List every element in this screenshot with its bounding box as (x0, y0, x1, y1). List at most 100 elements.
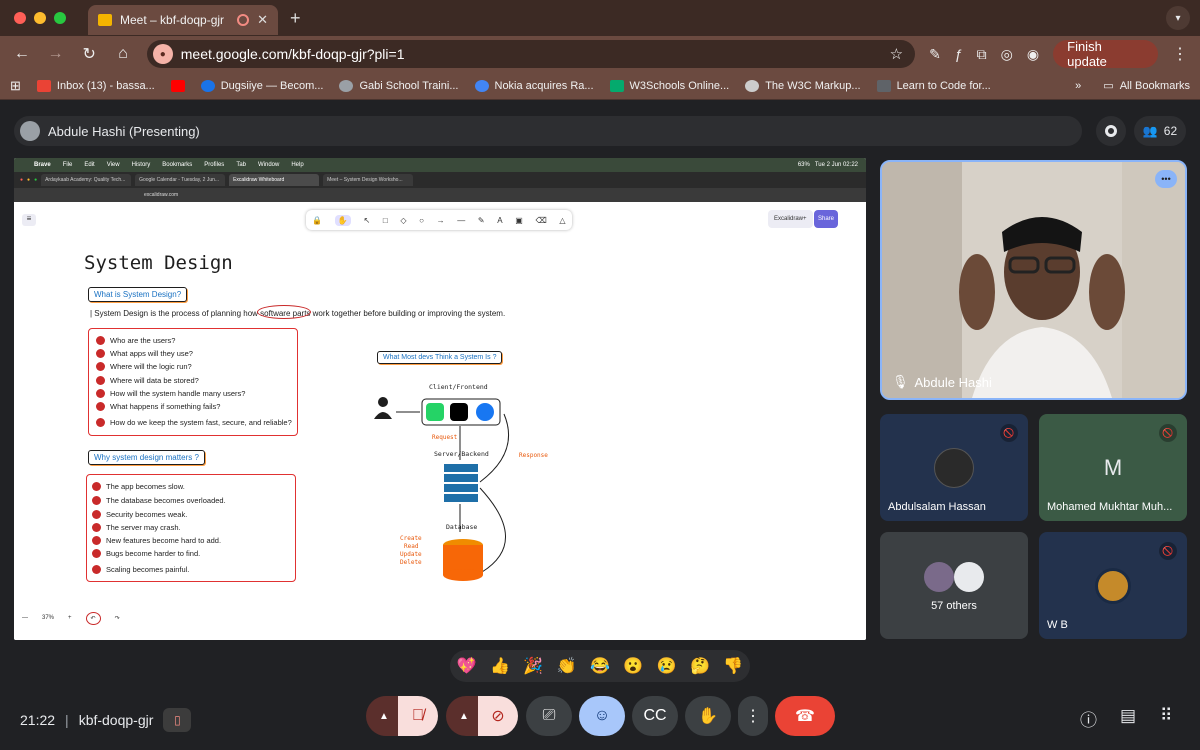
reaction-clap-icon[interactable]: 👏 (557, 656, 577, 676)
participant-name: Abdulsalam Hassan (888, 501, 986, 513)
inner-tab: Meet – System Design Worksho... (323, 174, 414, 186)
server-icon (444, 484, 478, 492)
meeting-details-icon[interactable]: ⓘ (1080, 706, 1097, 731)
bookmark-item[interactable]: Dugsiiye — Becom... (200, 79, 323, 92)
present-screen-button[interactable]: ⎚ (526, 696, 572, 736)
reaction-surprised-icon[interactable]: 😮 (623, 656, 643, 676)
excalidraw-share-button: Share (814, 210, 838, 228)
presenter-bar[interactable]: Abdule Hashi (Presenting) (14, 116, 1082, 146)
close-tab-icon[interactable]: ✕ (257, 12, 268, 28)
mac-menu-item: Help (291, 162, 304, 168)
camera-toggle-button[interactable]: ⊘ (478, 696, 518, 736)
new-tab-icon[interactable]: + (290, 8, 301, 29)
leave-call-button[interactable]: ☎ (775, 696, 835, 736)
text-tool-icon: A (497, 215, 503, 225)
question-text: Where will data be stored? (110, 376, 199, 385)
tile-options-icon[interactable]: ••• (1155, 170, 1177, 188)
response-label: Response (519, 452, 548, 459)
tab-title: Meet – kbf-doqp-gjr (120, 13, 225, 27)
raise-hand-button[interactable]: ✋ (685, 696, 731, 736)
tab-search-icon[interactable]: ▾ (1166, 6, 1190, 30)
main-participant-tile[interactable]: ••• 🎙 Abdule Hashi (880, 160, 1187, 400)
forward-icon[interactable]: → (46, 45, 66, 63)
pencil-tool-icon: ✎ (477, 215, 485, 225)
mic-in-use-icon[interactable]: ● (152, 44, 173, 64)
function-extension-icon[interactable]: ƒ (955, 46, 963, 62)
bookmark-item[interactable]: Nokia acquires Ra... (474, 79, 594, 92)
minimize-window-button[interactable] (34, 12, 46, 24)
ai-extension-icon[interactable]: ◎ (1001, 46, 1013, 63)
video-options-caret[interactable]: ▲ (446, 696, 482, 736)
bookmark-item[interactable]: The W3C Markup... (745, 79, 861, 92)
reload-icon[interactable]: ↻ (79, 44, 99, 64)
database-label: Database (446, 523, 478, 531)
highlight-circle (257, 305, 311, 319)
all-bookmarks-folder[interactable]: ▭ All Bookmarks (1103, 79, 1190, 93)
others-tile[interactable]: 57 others (880, 532, 1028, 639)
people-button[interactable]: 👥 62 (1134, 116, 1186, 146)
facebook-icon (476, 403, 494, 421)
participant-avatar (934, 448, 974, 488)
extensions-puzzle-icon[interactable]: ⧉ (977, 46, 987, 63)
present-icon: ⎚ (542, 707, 556, 724)
address-bar[interactable]: ● meet.google.com/kbf-doqp-gjr?pli=1 ☆ (146, 40, 916, 68)
hand-tool-icon: ✋ (334, 214, 351, 226)
meeting-code: kbf-doqp-gjr (78, 712, 154, 728)
home-icon[interactable]: ⌂ (113, 45, 133, 63)
excalidraw-plus-button: Excalidraw+ (768, 210, 813, 228)
more-bookmarks-icon[interactable]: » (1075, 80, 1081, 92)
bullet-icon (92, 565, 101, 574)
inner-tab: Ardaykaab Academy: Quality Tech... (41, 174, 132, 186)
browser-menu-icon[interactable]: ⋮ (1172, 44, 1188, 64)
reason-item: The app becomes slow. (92, 482, 185, 491)
folder-icon: ▭ (1103, 80, 1114, 92)
question-item: How will the system handle many users? (96, 389, 245, 398)
reaction-party-icon[interactable]: 🎉 (523, 656, 543, 676)
mac-menu-item: Brave (34, 162, 51, 168)
mic-off-icon: 🚫 (1159, 542, 1177, 560)
current-time: 21:22 (20, 712, 56, 728)
recording-status-button[interactable] (1096, 116, 1126, 146)
activities-grid-icon[interactable]: ⠿ (1160, 706, 1172, 726)
chat-icon[interactable]: ▤ (1120, 706, 1136, 726)
bookmark-item[interactable] (170, 79, 185, 92)
bookmark-star-icon[interactable]: ☆ (890, 45, 903, 63)
reason-item: Security becomes weak. (92, 510, 187, 519)
reaction-laugh-icon[interactable]: 😂 (590, 656, 610, 676)
activities-icon[interactable]: ▯ (163, 708, 192, 732)
nokia-icon (474, 79, 489, 92)
bookmark-item[interactable]: Learn to Code for... (876, 79, 991, 92)
main-tile-name-text: Abdule Hashi (914, 374, 992, 390)
reaction-thumbs-down-icon[interactable]: 👎 (723, 656, 743, 676)
whatsapp-icon (426, 403, 444, 421)
whiteboard-title: System Design (84, 252, 233, 274)
profile-icon[interactable]: ◉ (1027, 46, 1039, 63)
reaction-thumbs-up-icon[interactable]: 👍 (490, 656, 510, 676)
bookmark-item[interactable]: Inbox (13) - bassa... (36, 79, 155, 92)
server-icon (444, 474, 478, 482)
apps-grid-icon[interactable]: ⊞ (10, 78, 21, 94)
captions-icon: CC (643, 707, 667, 724)
mic-toggle-button[interactable]: 🎙̸ (398, 696, 438, 736)
emoji-reactions-button[interactable]: ☺ (579, 696, 625, 736)
participant-tile[interactable]: 🚫 W B (1039, 532, 1187, 639)
audio-options-caret[interactable]: ▲ (366, 696, 402, 736)
question-text: How do we keep the system fast, secure, … (110, 418, 292, 427)
maximize-window-button[interactable] (54, 12, 66, 24)
reaction-sad-icon[interactable]: 😢 (657, 656, 677, 676)
bookmark-item[interactable]: W3Schools Online... (609, 79, 729, 92)
bookmark-item[interactable]: Gabi School Traini... (339, 79, 459, 92)
browser-tab-meet[interactable]: Meet – kbf-doqp-gjr ✕ (88, 5, 278, 35)
bullet-icon (92, 536, 101, 545)
more-options-button[interactable]: ⋮ (738, 696, 768, 736)
reaction-thinking-icon[interactable]: 🤔 (690, 656, 710, 676)
eyedropper-extension-icon[interactable]: ✎ (929, 46, 941, 63)
reaction-heart-icon[interactable]: 💖 (457, 656, 477, 676)
participant-tile[interactable]: 🚫 Abdulsalam Hassan (880, 414, 1028, 521)
captions-button[interactable]: CC (632, 696, 678, 736)
close-window-button[interactable] (14, 12, 26, 24)
eraser-tool-icon: ⌫ (535, 215, 547, 225)
back-icon[interactable]: ← (12, 45, 32, 63)
finish-update-button[interactable]: Finish update (1053, 39, 1158, 69)
participant-tile[interactable]: M 🚫 Mohamed Mukhtar Muh... (1039, 414, 1187, 521)
